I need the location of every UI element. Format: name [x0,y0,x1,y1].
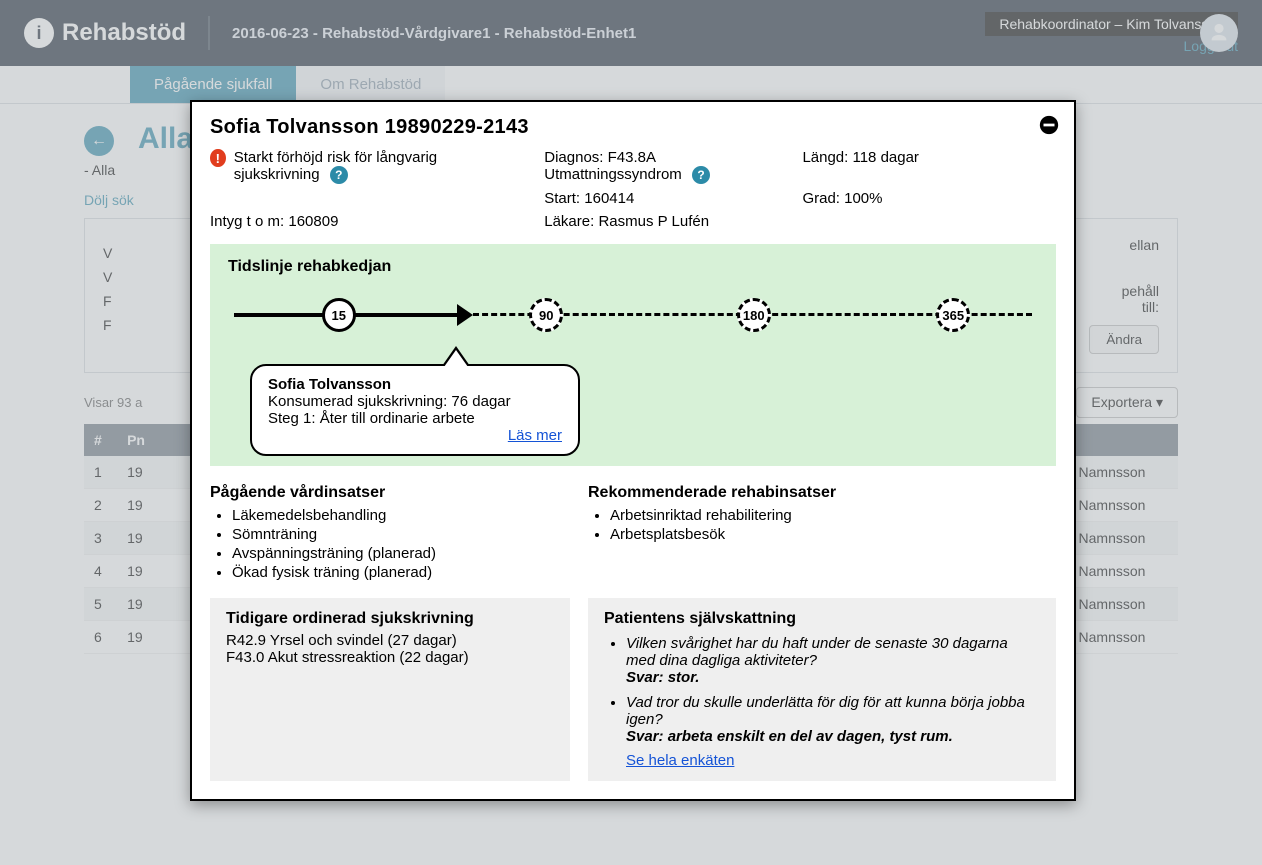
close-icon [1038,114,1060,136]
timeline-node-15[interactable]: 15 [322,298,356,332]
tooltip-consumed: Konsumerad sjukskrivning: 76 dagar [268,393,562,410]
help-risk-icon[interactable]: ? [330,166,348,184]
tooltip-name: Sofia Tolvansson [268,376,562,393]
list-item: Sömnträning [232,525,570,544]
timeline: 15 90 180 365 [234,294,1032,334]
bottom-columns: Tidigare ordinerad sjukskrivning R42.9 Y… [210,598,1056,781]
timeline-node-90[interactable]: 90 [529,298,563,332]
list-item: Arbetsplatsbesök [610,525,1056,544]
arrow-icon [457,304,473,326]
timeline-box: Tidslinje rehabkedjan 15 90 180 365 Sofi… [210,244,1056,466]
warning-icon: ! [210,149,226,167]
modal-title: Sofia Tolvansson 19890229-2143 [210,116,1056,139]
langd: Längd: 118 dagar [802,149,1056,184]
meta-grid: Diagnos: F43.8A Utmattningssyndrom ? Län… [210,149,1056,230]
timeline-tooltip: Sofia Tolvansson Konsumerad sjukskrivnin… [250,364,580,456]
list-item: Ökad fysisk träning (planerad) [232,563,570,582]
survey-link[interactable]: Se hela enkäten [626,752,734,769]
intyg: Intyg t o m: 160809 [210,213,514,230]
previous-sickleave: Tidigare ordinerad sjukskrivning R42.9 Y… [210,598,570,781]
list-item: Läkemedelsbehandling [232,506,570,525]
tooltip-more-link[interactable]: Läs mer [508,427,562,444]
care-columns: Pågående vårdinsatser Läkemedelsbehandli… [210,484,1056,582]
lakare: Läkare: Rasmus P Lufén [544,213,772,230]
patient-modal: Sofia Tolvansson 19890229-2143 Diagnos: … [190,100,1076,801]
ongoing-care: Pågående vårdinsatser Läkemedelsbehandli… [210,484,570,582]
diagnos: Diagnos: F43.8A Utmattningssyndrom [544,149,682,183]
list-item: Arbetsinriktad rehabilitering [610,506,1056,525]
timeline-node-365[interactable]: 365 [936,298,970,332]
recommended-care: Rekommenderade rehabinsatser Arbetsinrik… [588,484,1056,582]
timeline-title: Tidslinje rehabkedjan [228,258,1038,276]
timeline-node-180[interactable]: 180 [737,298,771,332]
start: Start: 160414 [544,190,772,207]
patient-selfassessment: Patientens självskattning Vilken svårigh… [588,598,1056,781]
close-button[interactable] [1038,114,1060,136]
tooltip-step: Steg 1: Åter till ordinarie arbete [268,410,562,427]
help-diagnos-icon[interactable]: ? [692,166,710,184]
grad: Grad: 100% [802,190,1056,207]
list-item: Avspänningsträning (planerad) [232,544,570,563]
